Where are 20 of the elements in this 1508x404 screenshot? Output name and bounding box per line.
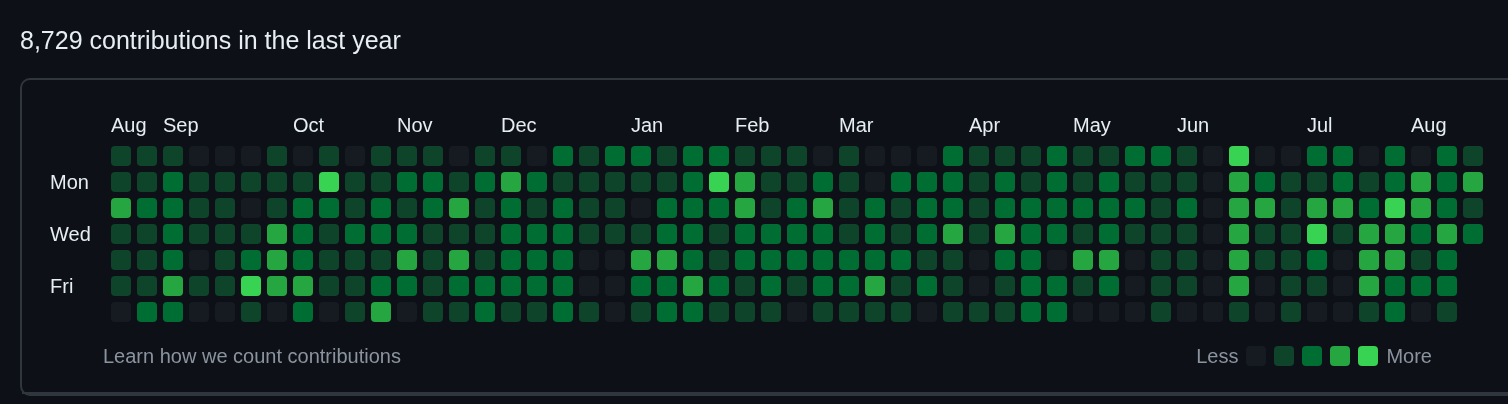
legend-more-label: More [1386,344,1432,368]
month-label: Jun [1177,113,1210,138]
contributions-heading: 8,729 contributions in the last year [20,25,402,56]
month-label: Aug [111,113,147,138]
learn-link[interactable]: Learn how we count contributions [103,344,401,368]
month-label: Dec [501,113,537,138]
weekday-label: Wed [50,224,92,244]
weekday-label: Mon [50,172,90,192]
month-label: Aug [1411,113,1447,138]
month-label: Nov [397,113,433,138]
month-label: May [1073,113,1111,138]
month-label: Jan [631,113,664,138]
month-label: Feb [735,113,770,138]
month-label: Jul [1307,113,1333,138]
month-label: Sep [163,113,199,138]
month-label: Mar [839,113,874,138]
month-label: Oct [293,113,325,138]
weekday-label: Fri [50,276,75,296]
month-label: Apr [969,113,1001,138]
legend-less-label: Less [1196,344,1239,368]
